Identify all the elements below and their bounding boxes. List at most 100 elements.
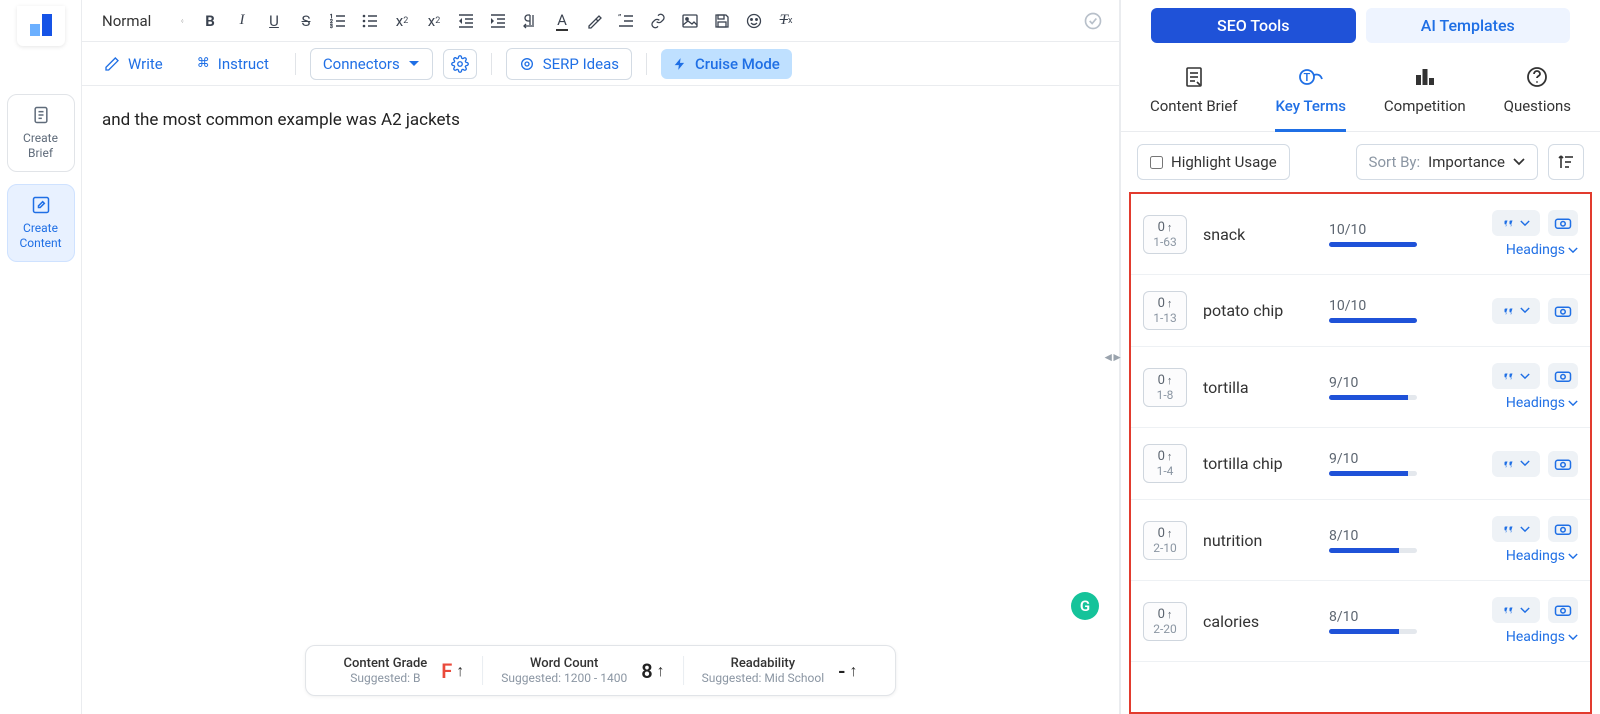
quote-icon (1502, 370, 1516, 382)
bold-button[interactable]: B (200, 11, 220, 31)
editor-content[interactable]: and the most common example was A2 jacke… (82, 86, 1119, 714)
count-chip: 0↑ 1-4 (1143, 444, 1187, 483)
words-value: 8 (641, 659, 652, 683)
cruise-mode-button[interactable]: Cruise Mode (661, 49, 792, 79)
outdent-button[interactable] (456, 11, 476, 31)
create-brief-button[interactable]: Create Brief (7, 94, 75, 172)
left-rail: Create Brief Create Content (0, 0, 82, 714)
view-button[interactable] (1548, 363, 1578, 389)
target-icon (519, 56, 535, 72)
tab-competition[interactable]: Competition (1384, 65, 1466, 131)
write-button[interactable]: Write (92, 49, 175, 79)
view-button[interactable] (1548, 597, 1578, 623)
main-editor-area: Normal B I U S 123 x2 x2 A ” Tx (82, 0, 1120, 714)
paragraph-format-label: Normal (102, 12, 151, 30)
score-text: 8/10 (1329, 609, 1421, 625)
camera-icon (1554, 216, 1572, 230)
quote-icon (1502, 217, 1516, 229)
term-name: tortilla chip (1203, 454, 1313, 473)
ordered-list-button[interactable]: 123 (328, 11, 348, 31)
link-button[interactable] (648, 11, 668, 31)
quote-expand-button[interactable] (1492, 597, 1540, 623)
strike-button[interactable]: S (296, 11, 316, 31)
create-brief-label: Create Brief (23, 131, 58, 160)
indent-button[interactable] (488, 11, 508, 31)
score-col: 10/10 (1329, 222, 1421, 247)
create-content-button[interactable]: Create Content (7, 184, 75, 262)
chevron-down-icon (1520, 460, 1530, 467)
blockquote-button[interactable]: ” (616, 11, 636, 31)
superscript-button[interactable]: x2 (424, 11, 444, 31)
score-col: 8/10 (1329, 528, 1421, 553)
seo-tools-tab[interactable]: SEO Tools (1151, 8, 1356, 43)
subscript-button[interactable]: x2 (392, 11, 412, 31)
headings-link[interactable]: Headings (1506, 548, 1578, 564)
quote-expand-button[interactable] (1492, 516, 1540, 542)
settings-button[interactable] (443, 49, 477, 79)
instruct-button[interactable]: ⌘ Instruct (185, 49, 281, 79)
read-value: - (838, 659, 845, 683)
tab-key-terms[interactable]: T Key Terms (1275, 65, 1346, 132)
count-value: 0↑ (1152, 296, 1178, 311)
view-button[interactable] (1548, 298, 1578, 324)
highlight-color-button[interactable] (584, 11, 604, 31)
lightning-icon (673, 56, 687, 72)
select-caret-icon (181, 14, 184, 28)
clear-format-button[interactable]: Tx (776, 11, 796, 31)
score-text: 10/10 (1329, 298, 1421, 314)
editor-text: and the most common example was A2 jacke… (102, 110, 460, 130)
save-button[interactable] (712, 11, 732, 31)
svg-text:3: 3 (330, 24, 333, 29)
quote-expand-button[interactable] (1492, 210, 1540, 236)
underline-button[interactable]: U (264, 11, 284, 31)
ai-templates-tab[interactable]: AI Templates (1366, 8, 1571, 43)
view-button[interactable] (1548, 451, 1578, 477)
serp-ideas-button[interactable]: SERP Ideas (506, 48, 632, 80)
rtl-button[interactable] (520, 11, 540, 31)
text-color-button[interactable]: A (552, 11, 572, 31)
score-bar (1329, 471, 1417, 476)
score-text: 10/10 (1329, 222, 1421, 238)
quote-expand-button[interactable] (1492, 363, 1540, 389)
tab-content-brief[interactable]: Content Brief (1150, 65, 1238, 131)
sort-direction-button[interactable] (1548, 144, 1584, 180)
headings-link[interactable]: Headings (1506, 395, 1578, 411)
score-col: 8/10 (1329, 609, 1421, 634)
emoji-button[interactable] (744, 11, 764, 31)
image-button[interactable] (680, 11, 700, 31)
terms-label: Key Terms (1275, 97, 1346, 115)
count-value: 0↑ (1152, 220, 1178, 235)
count-value: 0↑ (1152, 607, 1178, 622)
count-chip: 0↑ 1-13 (1143, 291, 1187, 330)
readability-stat: Readability Suggested: Mid School -↑ (683, 656, 876, 685)
highlight-checkbox-input[interactable] (1150, 156, 1163, 169)
unordered-list-button[interactable] (360, 11, 380, 31)
score-col: 9/10 (1329, 375, 1421, 400)
sort-label: Sort By: (1369, 153, 1421, 171)
quote-expand-button[interactable] (1492, 451, 1540, 477)
connectors-dropdown[interactable]: Connectors (310, 48, 433, 80)
resize-handle[interactable]: ◄ ► (1102, 350, 1120, 364)
questions-icon (1525, 65, 1549, 89)
divider (295, 53, 296, 75)
count-chip: 0↑ 1-63 (1143, 215, 1187, 254)
term-row: 0↑ 1-4 tortilla chip 9/10 (1131, 428, 1590, 500)
italic-button[interactable]: I (232, 11, 252, 31)
chevron-down-icon (1520, 373, 1530, 380)
paragraph-format-select[interactable]: Normal (98, 10, 188, 32)
sort-dropdown[interactable]: Sort By: Importance (1356, 144, 1538, 180)
tab-questions[interactable]: Questions (1504, 65, 1571, 131)
tool-ai-tabs: SEO Tools AI Templates (1121, 0, 1600, 51)
headings-link[interactable]: Headings (1506, 629, 1578, 645)
view-button[interactable] (1548, 210, 1578, 236)
headings-link[interactable]: Headings (1506, 242, 1578, 258)
quote-expand-button[interactable] (1492, 298, 1540, 324)
view-button[interactable] (1548, 516, 1578, 542)
highlight-label: Highlight Usage (1171, 153, 1277, 171)
count-value: 0↑ (1152, 373, 1178, 388)
count-value: 0↑ (1152, 449, 1178, 464)
highlight-usage-checkbox[interactable]: Highlight Usage (1137, 144, 1290, 180)
term-name: snack (1203, 225, 1313, 244)
quote-icon (1502, 523, 1516, 535)
grammarly-badge[interactable]: G (1071, 592, 1099, 620)
